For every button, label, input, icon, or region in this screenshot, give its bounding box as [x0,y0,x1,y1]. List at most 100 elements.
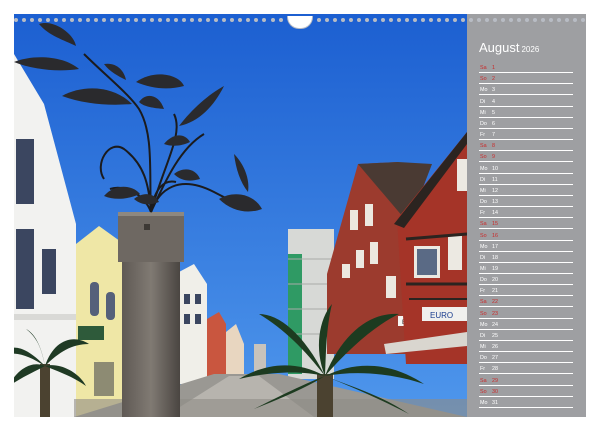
day-row: Do 27 [479,352,573,364]
binding-hole [500,18,505,22]
calendar-page: EC EURO [0,0,600,432]
day-row: Mo 10 [479,162,573,174]
weekday-label: Do [480,355,487,362]
day-row: Sa 1 [479,62,573,74]
day-number: 6 [492,120,495,127]
binding-hole [388,18,393,22]
binding-hole [198,18,203,22]
binding-hole [118,18,123,22]
day-number: 17 [492,243,498,250]
binding-hole [396,18,401,22]
weekday-label: So [480,388,487,395]
day-number: 1 [492,65,495,72]
binding-hole [404,18,409,22]
weekday-label: Mi [480,265,486,272]
day-row: So 2 [479,73,573,85]
binding-hole [30,18,35,22]
binding-hole [230,18,235,22]
day-number: 24 [492,321,498,328]
day-number: 7 [492,132,495,139]
day-row: Do 13 [479,196,573,208]
binding-hole [508,18,513,22]
binding-hole [412,18,417,22]
day-row: Di 4 [479,95,573,107]
binding-hole [38,18,43,22]
binding-hole [270,18,275,22]
binding-hole [214,18,219,22]
day-row: Mi 5 [479,107,573,118]
day-list: Sa 1 So 2 Mo 3 Di 4 Mi 5 Do 6 Fr 7 Sa 8 So 9 Mo 10 Di 11 Mi 12 D… [479,62,573,408]
weekday-label: Mi [480,109,486,116]
binding-hole [524,18,529,22]
binding-hole [372,18,377,22]
day-row: Mi 26 [479,341,573,353]
weekday-label: Di [480,176,486,183]
day-row: Sa 15 [479,218,573,230]
day-number: 4 [492,98,495,105]
day-number: 31 [492,399,498,406]
day-number: 20 [492,277,498,284]
day-number: 8 [492,143,495,150]
binding-hole [316,18,321,22]
binding-hole [174,18,179,22]
weekday-label: Fr [480,366,486,373]
weekday-label: Sa [480,221,487,228]
month-title: August 2026 [479,40,539,55]
year-label: 2026 [521,45,540,54]
weekday-label: Sa [480,143,487,150]
weekday-label: Do [480,199,487,206]
binding-hole [182,18,187,22]
binding-hole [581,18,586,22]
binding-hole [166,18,171,22]
day-number: 22 [492,299,498,306]
weekday-label: So [480,154,487,161]
weekday-label: Di [480,332,486,339]
weekday-label: Di [480,98,486,105]
weekday-label: Mi [480,187,486,194]
day-number: 16 [492,232,498,239]
weekday-label: Sa [480,299,487,306]
binding-hole [436,18,441,22]
binding-hole [573,18,578,22]
weekday-label: Mo [480,321,488,328]
binding-hole [246,18,251,22]
day-row: Do 20 [479,274,573,286]
weekday-label: Sa [480,377,487,384]
binding-hole [565,18,570,22]
street-scene-illustration: EC EURO [14,14,467,417]
day-row: Mo 24 [479,319,573,330]
day-number: 12 [492,187,498,194]
day-number: 23 [492,310,498,317]
day-row: Mi 12 [479,185,573,196]
binding-hole [278,18,283,22]
binding-hole [206,18,211,22]
day-row: Di 18 [479,252,573,263]
binding-hole [262,18,267,22]
binding-hole [348,18,353,22]
day-row: Mo 31 [479,397,573,408]
day-row: Fr 21 [479,285,573,297]
day-number: 2 [492,76,495,83]
binding-hole [54,18,59,22]
binding-hole [222,18,227,22]
weekday-label: Sa [480,65,487,72]
weekday-label: Fr [480,288,486,295]
day-row: So 23 [479,307,573,319]
day-number: 18 [492,254,498,261]
street-photo: EC EURO [14,14,467,417]
day-number: 27 [492,355,498,362]
day-row: Mo 17 [479,241,573,252]
binding-hole [420,18,425,22]
binding-hole [158,18,163,22]
binding-hole [324,18,329,22]
weekday-label: Mo [480,243,488,250]
binding-hole [46,18,51,22]
weekday-label: So [480,310,487,317]
weekday-label: Mo [480,87,488,94]
binding-hole [70,18,75,22]
calendar-sidebar: August 2026 Sa 1 So 2 Mo 3 Di 4 Mi 5 Do 6 Fr 7 Sa 8 So 9 Mo… [467,14,586,417]
binding-hole [356,18,361,22]
binding-hole [78,18,83,22]
binding-hole [142,18,147,22]
day-number: 13 [492,199,498,206]
